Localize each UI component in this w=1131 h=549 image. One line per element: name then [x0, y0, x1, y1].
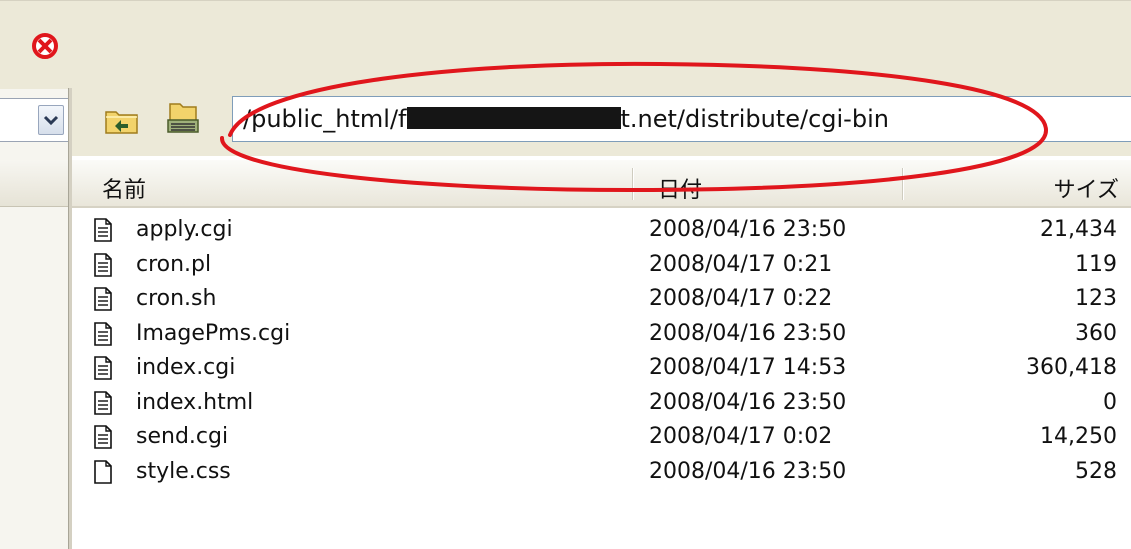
file-name: style.css — [136, 458, 231, 484]
blank-file-icon — [94, 459, 112, 484]
file-list-header: 名前 日付 サイズ — [72, 160, 1131, 208]
file-size: 360 — [1075, 320, 1117, 346]
column-header-size[interactable]: サイズ — [1054, 172, 1119, 204]
text-file-icon — [94, 287, 112, 311]
file-size: 0 — [1103, 389, 1117, 415]
text-file-icon — [94, 390, 112, 415]
column-divider[interactable] — [632, 168, 633, 200]
file-size: 360,418 — [1026, 355, 1117, 380]
text-file-icon — [94, 321, 112, 346]
file-size: 123 — [1075, 286, 1117, 311]
remote-path-input[interactable]: /public_html/f t.net/distribute/cgi-bin — [232, 96, 1131, 142]
text-file-icon — [94, 425, 112, 449]
file-date: 2008/04/16 23:50 — [649, 320, 847, 346]
stop-icon[interactable] — [30, 31, 60, 61]
chevron-down-icon — [43, 115, 59, 126]
file-list: apply.cgi 2008/04/16 23:50 21,434 cron.pl 20… — [72, 214, 1131, 490]
local-list-header — [0, 160, 70, 207]
file-row[interactable]: ImagePms.cgi 2008/04/16 23:50 360 — [72, 318, 1131, 353]
file-date: 2008/04/17 14:53 — [649, 355, 847, 380]
file-date: 2008/04/16 23:50 — [649, 217, 847, 242]
top-toolbar — [0, 0, 1131, 90]
redaction-bar — [406, 107, 621, 129]
file-name: apply.cgi — [136, 217, 233, 242]
file-size: 21,434 — [1040, 217, 1117, 242]
file-size: 528 — [1075, 458, 1117, 484]
file-row[interactable]: cron.pl 2008/04/17 0:21 119 — [72, 249, 1131, 284]
dropdown-button[interactable] — [38, 105, 64, 135]
folder-up-icon[interactable] — [104, 104, 140, 136]
file-row[interactable]: send.cgi 2008/04/17 0:02 14,250 — [72, 421, 1131, 456]
file-date: 2008/04/16 23:50 — [649, 389, 847, 415]
column-header-date[interactable]: 日付 — [658, 172, 702, 204]
file-row[interactable]: index.cgi 2008/04/17 14:53 360,418 — [72, 352, 1131, 387]
file-row[interactable]: index.html 2008/04/16 23:50 0 — [72, 387, 1131, 422]
path-prefix: /public_html/f — [243, 105, 407, 133]
file-size: 119 — [1075, 251, 1117, 277]
drive-icon[interactable] — [162, 98, 202, 138]
file-size: 14,250 — [1040, 424, 1117, 449]
file-row[interactable]: apply.cgi 2008/04/16 23:50 21,434 — [72, 214, 1131, 249]
file-name: cron.pl — [136, 251, 212, 277]
file-date: 2008/04/17 0:02 — [649, 424, 833, 449]
column-header-name[interactable]: 名前 — [102, 172, 146, 204]
text-file-icon — [94, 218, 112, 242]
file-name: send.cgi — [136, 424, 229, 449]
file-name: index.cgi — [136, 355, 236, 380]
file-row[interactable]: style.css 2008/04/16 23:50 528 — [72, 456, 1131, 491]
file-date: 2008/04/17 0:22 — [649, 286, 833, 311]
text-file-icon — [94, 252, 112, 277]
file-name: cron.sh — [136, 286, 217, 311]
column-divider[interactable] — [902, 168, 903, 200]
file-row[interactable]: cron.sh 2008/04/17 0:22 123 — [72, 283, 1131, 318]
file-name: index.html — [136, 389, 254, 415]
local-drive-select[interactable] — [0, 98, 70, 142]
file-date: 2008/04/17 0:21 — [649, 251, 833, 277]
file-name: ImagePms.cgi — [136, 320, 291, 346]
text-file-icon — [94, 356, 112, 380]
file-date: 2008/04/16 23:50 — [649, 458, 847, 484]
path-suffix: t.net/distribute/cgi-bin — [620, 105, 889, 133]
